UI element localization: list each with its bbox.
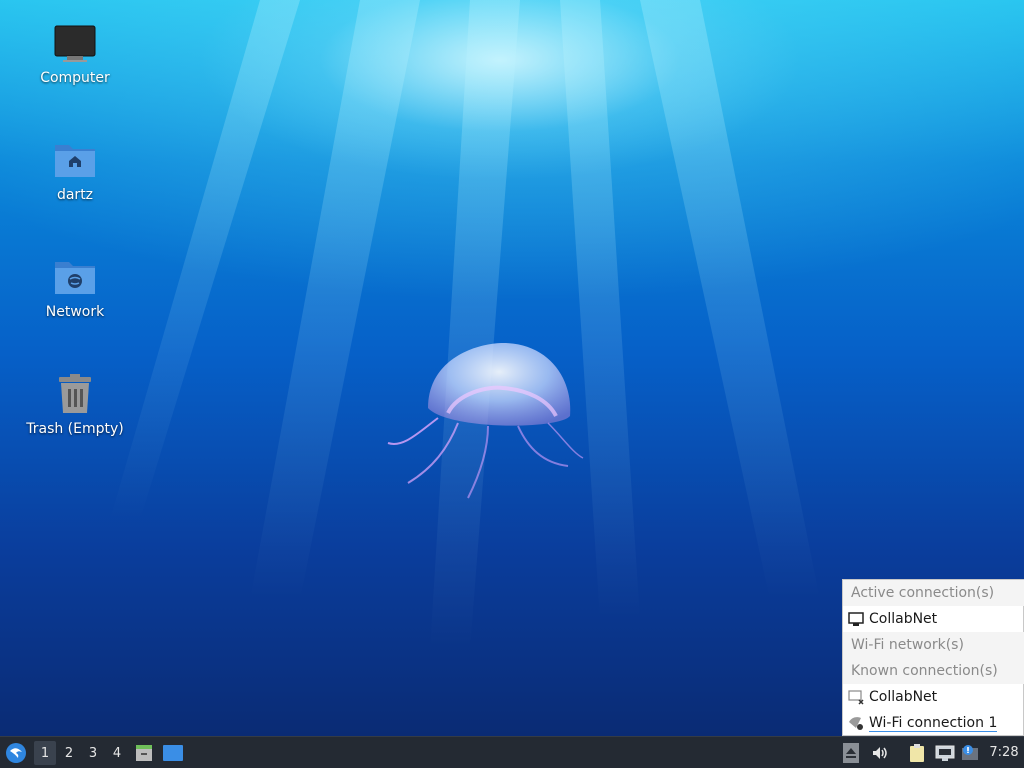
- workspace-4[interactable]: 4: [106, 741, 128, 765]
- menu-item-active-collabnet[interactable]: CollabNet: [843, 606, 1024, 632]
- home-folder-icon: [55, 145, 95, 177]
- app-menu-logo-icon: [6, 742, 26, 763]
- jellyfish-image: [387, 343, 584, 499]
- menu-item-known-wifi[interactable]: Wi-Fi connection 1: [843, 710, 1024, 736]
- volume-button[interactable]: [869, 737, 891, 768]
- menu-item-label: Wi-Fi connection 1: [869, 714, 998, 732]
- monitor-icon: [54, 25, 96, 62]
- updates-notifier-button[interactable]: [959, 737, 981, 768]
- wifi-disconnected-icon: [849, 717, 863, 730]
- clipboard-icon: [910, 743, 924, 762]
- desktop-icon-computer[interactable]: Computer: [15, 20, 135, 86]
- file-manager-launcher[interactable]: [132, 737, 156, 768]
- clock[interactable]: 7:28: [986, 737, 1022, 768]
- desktop-icon: [163, 744, 183, 761]
- menu-header-active: Active connection(s): [843, 580, 1024, 606]
- network-folder-icon: [55, 262, 95, 294]
- start-menu-button[interactable]: [3, 737, 29, 768]
- desktop-icon-label: Network: [45, 304, 105, 320]
- clipboard-button[interactable]: [906, 737, 928, 768]
- menu-item-label: CollabNet: [869, 611, 938, 627]
- wired-network-icon: [935, 745, 955, 761]
- desktop-icon-home[interactable]: dartz: [15, 137, 135, 203]
- desktop-icon-label: Trash (Empty): [26, 421, 124, 437]
- update-notification-icon: [962, 744, 978, 760]
- workspace-3[interactable]: 3: [82, 741, 104, 765]
- show-desktop-button[interactable]: [161, 737, 185, 768]
- desktop-icon-label: dartz: [56, 187, 94, 203]
- network-tray-button[interactable]: [933, 737, 957, 768]
- desktop-icon-label: Computer: [40, 70, 110, 86]
- wired-network-icon: [848, 612, 864, 626]
- workspace-2[interactable]: 2: [58, 741, 80, 765]
- volume-icon: [873, 746, 887, 759]
- eject-icon: [843, 742, 859, 763]
- trash-icon: [59, 374, 91, 413]
- wired-disconnected-icon: [848, 690, 864, 705]
- network-menu: Active connection(s) CollabNet Wi-Fi net…: [842, 579, 1024, 736]
- eject-tray-button[interactable]: [842, 737, 860, 768]
- menu-item-label: CollabNet: [869, 689, 938, 705]
- workspace-1[interactable]: 1: [34, 741, 56, 765]
- desktop-icon-trash[interactable]: Trash (Empty): [15, 371, 135, 437]
- menu-header-known: Known connection(s): [843, 658, 1024, 684]
- taskbar: 1 2 3 4 7:28: [0, 736, 1024, 768]
- menu-item-known-collabnet[interactable]: CollabNet: [843, 684, 1024, 710]
- desktop-icon-network[interactable]: Network: [15, 254, 135, 320]
- file-manager-icon: [136, 744, 152, 761]
- menu-header-wifi: Wi-Fi network(s): [843, 632, 1024, 658]
